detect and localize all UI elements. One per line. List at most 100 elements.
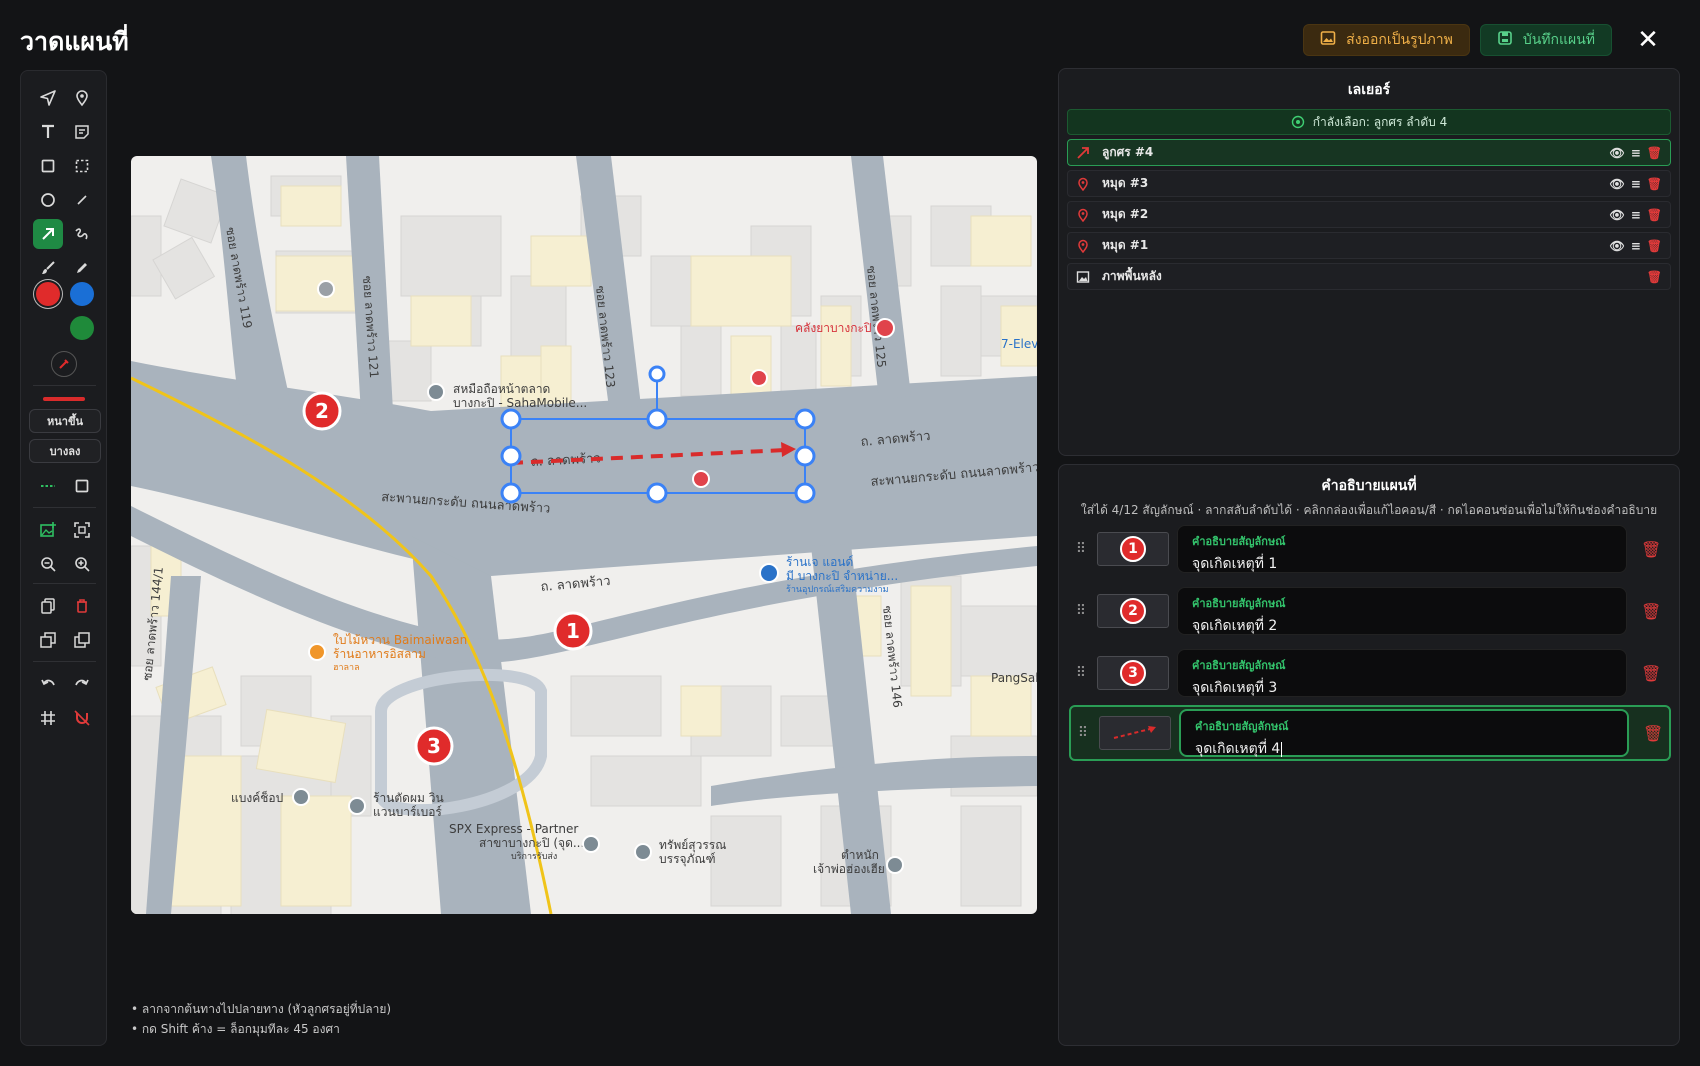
map-label: ร้านอาหารอิสลาม [333, 647, 426, 661]
circle-tool[interactable] [33, 185, 63, 215]
navigate-tool[interactable] [33, 83, 63, 113]
arrow-tool[interactable] [33, 219, 63, 249]
text-icon [42, 124, 54, 138]
snap-toggle-button[interactable] [67, 703, 97, 733]
poi-icon [582, 835, 600, 853]
trash-icon[interactable]: 🗑 [1647, 239, 1662, 253]
eye-icon[interactable]: 👁 [1609, 177, 1624, 191]
circle-icon [41, 193, 55, 207]
text-tool[interactable] [33, 117, 63, 147]
legend-row[interactable]: ⠿ 1 คำอธิบายสัญลักษณ์ จุดเกิดเหตุที่ 1 🗑 [1069, 521, 1671, 577]
close-button[interactable]: ✕ [1632, 24, 1664, 56]
eye-icon[interactable]: 👁 [1609, 239, 1624, 253]
export-image-button[interactable]: ส่งออกเป็นรูปภาพ [1303, 24, 1470, 56]
rectangle-tool[interactable] [33, 151, 63, 181]
poi-icon [348, 797, 366, 815]
zoom-in-button[interactable] [67, 549, 97, 579]
drag-handle-icon[interactable]: ⠿ [1075, 725, 1091, 741]
layer-item-pin-2[interactable]: หมุด #2 👁 ≡ 🗑 [1067, 201, 1671, 228]
trash-icon[interactable]: 🗑 [1647, 208, 1662, 222]
trash-icon[interactable]: 🗑 [1641, 664, 1661, 683]
redo-button[interactable] [67, 669, 97, 699]
grid-toggle-button[interactable] [33, 703, 63, 733]
target-icon [1291, 115, 1304, 129]
legend-symbol[interactable]: 2 [1097, 594, 1169, 628]
copy-button[interactable] [33, 591, 63, 621]
add-image-button[interactable] [33, 515, 63, 545]
legend-description-field[interactable]: คำอธิบายสัญลักษณ์ จุดเกิดเหตุที่ 2 [1177, 587, 1627, 635]
layer-item-arrow-4[interactable]: ลูกศร #4 👁 ≡ 🗑 [1067, 139, 1671, 166]
zoom-out-button[interactable] [33, 549, 63, 579]
map-label: บริการรับส่ง [511, 851, 557, 862]
hint-line: • ลากจากต้นทางไปปลายทาง (หัวลูกศรอยู่ที่… [131, 1002, 392, 1016]
poi-icon [886, 856, 904, 874]
freehand-tool[interactable] [67, 219, 97, 249]
trash-icon[interactable]: 🗑 [1647, 270, 1662, 284]
marker-1[interactable]: 1 [553, 611, 593, 651]
map-canvas[interactable]: ซอย ลาดพร้าว 119 ซอย ลาดพร้าว 121 ซอย ลา… [131, 156, 1037, 914]
map-label: ตำหนัก [841, 848, 879, 862]
legend-symbol-arrow[interactable] [1099, 716, 1171, 750]
marker-2[interactable]: 2 [302, 391, 342, 431]
poi-icon [634, 843, 652, 861]
drag-handle-icon[interactable]: ⠿ [1073, 603, 1089, 619]
bring-forward-button[interactable] [67, 625, 97, 655]
selection-indicator: กำลังเลือก: ลูกศร ลำดับ 4 [1067, 109, 1671, 135]
color-swatch-blue[interactable] [70, 282, 94, 306]
dashed-style-button[interactable] [33, 471, 63, 501]
edit-list-icon[interactable]: ≡ [1631, 177, 1641, 191]
note-tool[interactable] [67, 117, 97, 147]
color-swatch-green[interactable] [70, 316, 94, 340]
eye-icon[interactable]: 👁 [1609, 208, 1624, 222]
drag-handle-icon[interactable]: ⠿ [1073, 541, 1089, 557]
drag-handle-icon[interactable]: ⠿ [1073, 665, 1089, 681]
grid-icon [41, 711, 55, 725]
shop-icon [759, 563, 779, 583]
map-background: ซอย ลาดพร้าว 119 ซอย ลาดพร้าว 121 ซอย ลา… [131, 156, 1037, 914]
save-map-button[interactable]: บันทึกแผนที่ [1479, 24, 1612, 56]
line-tool[interactable] [67, 185, 97, 215]
legend-row[interactable]: ⠿ 3 คำอธิบายสัญลักษณ์ จุดเกิดเหตุที่ 3 🗑 [1069, 645, 1671, 701]
map-label: คลังยาบางกะปิ [795, 321, 872, 335]
thinner-button[interactable]: บางลง [29, 439, 101, 463]
poi-icon [292, 788, 310, 806]
zoom-out-icon [41, 557, 56, 572]
legend-description-field[interactable]: คำอธิบายสัญลักษณ์ จุดเกิดเหตุที่ 3 [1177, 649, 1627, 697]
undo-button[interactable] [33, 669, 63, 699]
note-icon [75, 125, 89, 139]
dashed-rectangle-tool[interactable] [67, 151, 97, 181]
delete-button[interactable] [67, 591, 97, 621]
fill-toggle-button[interactable] [67, 471, 97, 501]
map-label: ทรัพย์สุวรรณ [659, 838, 726, 853]
top-actions: ส่งออกเป็นรูปภาพ บันทึกแผนที่ ✕ [1303, 24, 1664, 56]
pin-tool[interactable] [67, 83, 97, 113]
color-swatch-red[interactable] [36, 282, 60, 306]
legend-row-active[interactable]: ⠿ คำอธิบายสัญลักษณ์ จุดเกิดเหตุที่ 4 🗑 [1069, 705, 1671, 761]
trash-icon[interactable]: 🗑 [1647, 146, 1662, 160]
eye-icon[interactable]: 👁 [1609, 146, 1624, 160]
legend-symbol[interactable]: 1 [1097, 532, 1169, 566]
layer-item-pin-1[interactable]: หมุด #1 👁 ≡ 🗑 [1067, 232, 1671, 259]
edit-list-icon[interactable]: ≡ [1631, 146, 1641, 160]
legend-row[interactable]: ⠿ 2 คำอธิบายสัญลักษณ์ จุดเกิดเหตุที่ 2 🗑 [1069, 583, 1671, 639]
edit-list-icon[interactable]: ≡ [1631, 208, 1641, 222]
legend-symbol[interactable]: 3 [1097, 656, 1169, 690]
trash-icon[interactable]: 🗑 [1647, 177, 1662, 191]
trash-icon[interactable]: 🗑 [1641, 540, 1661, 559]
marker-3[interactable]: 3 [414, 726, 454, 766]
legend-description-input[interactable]: คำอธิบายสัญลักษณ์ จุดเกิดเหตุที่ 4 [1179, 709, 1629, 757]
fit-screen-icon [74, 522, 90, 538]
layer-item-background[interactable]: ภาพพื้นหลัง 🗑 [1067, 263, 1671, 290]
edit-list-icon[interactable]: ≡ [1631, 239, 1641, 253]
fit-screen-button[interactable] [67, 515, 97, 545]
custom-color-button[interactable] [51, 351, 77, 377]
thicker-button[interactable]: หนาขึ้น [29, 409, 101, 433]
magnet-off-icon [74, 710, 90, 726]
trash-icon[interactable]: 🗑 [1641, 602, 1661, 621]
trash-icon[interactable]: 🗑 [1643, 724, 1663, 743]
legend-description-field[interactable]: คำอธิบายสัญลักษณ์ จุดเกิดเหตุที่ 1 [1177, 525, 1627, 573]
send-backward-button[interactable] [33, 625, 63, 655]
dashed-arrow-icon [1113, 726, 1156, 739]
layer-item-pin-3[interactable]: หมุด #3 👁 ≡ 🗑 [1067, 170, 1671, 197]
map-label: สหมือถือหน้าตลาด [453, 382, 550, 396]
